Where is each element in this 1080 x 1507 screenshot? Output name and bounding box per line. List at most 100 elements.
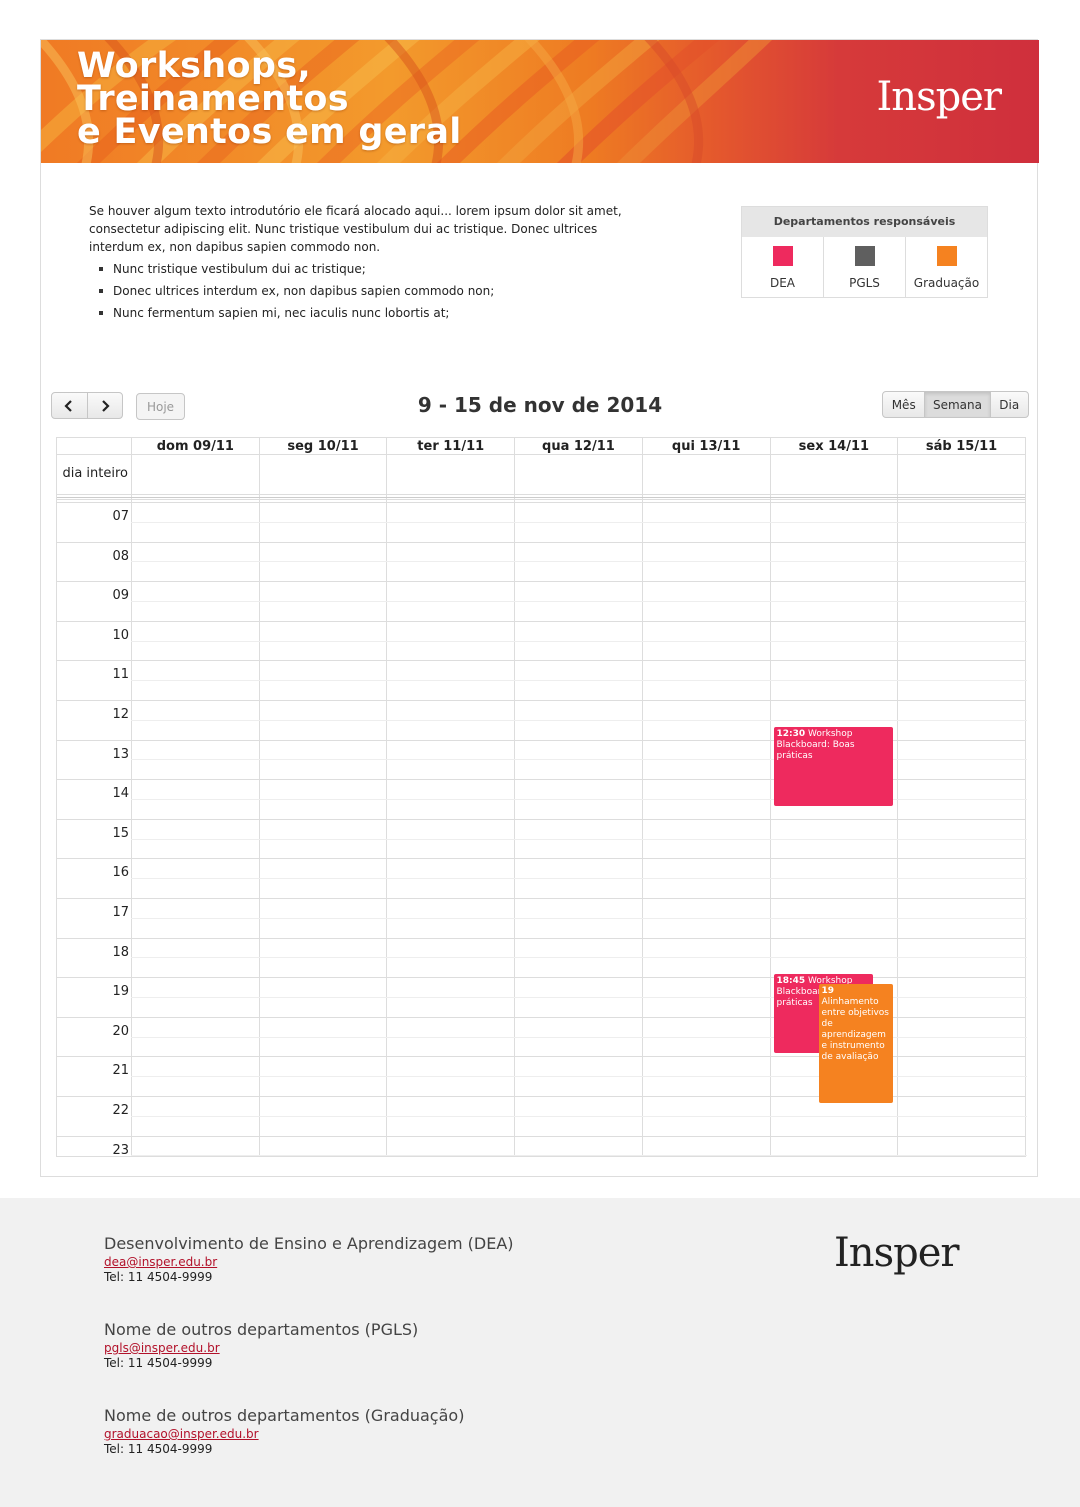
day-column-divider xyxy=(641,438,643,1156)
hour-label: 23 xyxy=(112,1142,129,1158)
hour-line xyxy=(57,977,1025,979)
hour-label: 07 xyxy=(112,509,129,524)
event-title: Alinhamento entre objetivos de aprendiza… xyxy=(821,997,889,1063)
hour-label: 11 xyxy=(112,667,129,683)
calendar-event[interactable]: 19 Alinhamento entre objetivos de aprendi… xyxy=(818,984,894,1103)
day-column-header: sáb 15/11 xyxy=(897,438,1025,454)
hour-line xyxy=(57,660,1025,662)
dept-phone: Tel: 11 4504-9999 xyxy=(104,1270,213,1284)
footer-dept-graduacao: Nome de outros departamentos (Graduação)… xyxy=(104,1406,464,1456)
half-hour-line xyxy=(131,719,1027,721)
day-column-header: dom 09/11 xyxy=(131,438,259,454)
day-column-header: ter 11/11 xyxy=(386,438,514,454)
hour-line xyxy=(57,502,1025,503)
half-hour-line xyxy=(131,601,1027,602)
day-column-divider xyxy=(258,438,260,1156)
half-hour-line xyxy=(131,878,1027,880)
day-column-header: seg 10/11 xyxy=(258,438,387,454)
footer-dept-dea: Desenvolvimento de Ensino e Aprendizagem… xyxy=(104,1234,514,1284)
legend-title: Departamentos responsáveis xyxy=(742,207,987,237)
legend-label: Graduação xyxy=(913,276,980,290)
legend-label: PGLS xyxy=(849,276,880,290)
dept-email-link[interactable]: dea@insper.edu.br xyxy=(104,1255,514,1269)
hour-line xyxy=(57,541,1025,543)
dept-name: Nome de outros departamentos (PGLS) xyxy=(104,1320,419,1339)
hour-line xyxy=(57,858,1025,860)
view-switcher: Mês Semana Dia xyxy=(882,391,1029,418)
view-day-button[interactable]: Dia xyxy=(991,392,1028,417)
hour-label: 21 xyxy=(112,1063,129,1079)
day-column-divider xyxy=(131,438,132,1156)
dea-color-swatch xyxy=(772,246,793,266)
dept-phone: Tel: 11 4504-9999 xyxy=(104,1442,213,1456)
hour-label: 09 xyxy=(112,588,129,604)
day-column-divider xyxy=(897,438,899,1156)
event-time: 19 xyxy=(821,986,835,997)
intro-paragraph: Se houver algum texto introdutório ele f… xyxy=(89,204,622,254)
banner-title: Workshops, Treinamentos e Eventos em ger… xyxy=(77,49,462,152)
dept-name: Nome de outros departamentos (Graduação) xyxy=(104,1406,465,1425)
hour-label: 14 xyxy=(112,786,129,802)
hour-label: 15 xyxy=(112,825,129,841)
half-hour-line xyxy=(131,917,1027,919)
footer: Desenvolvimento de Ensino e Aprendizagem… xyxy=(0,1198,1080,1507)
hour-line xyxy=(57,818,1025,820)
event-time: 18:45 xyxy=(776,976,806,987)
hour-line xyxy=(57,937,1025,939)
hour-label: 17 xyxy=(112,905,129,920)
hour-label: 08 xyxy=(112,548,129,564)
dept-email-link[interactable]: graduacao@insper.edu.br xyxy=(104,1427,464,1441)
intro-bullet: Donec ultrices interdum ex, non dapibus … xyxy=(89,282,629,300)
banner-title-line-3: e Eventos em geral xyxy=(77,112,462,152)
half-hour-line xyxy=(131,680,1027,682)
hour-label: 22 xyxy=(112,1103,129,1118)
intro-bullet: Nunc tristique vestibulum dui ac tristiq… xyxy=(89,260,629,278)
hour-label: 18 xyxy=(112,944,129,960)
dept-email-link[interactable]: pgls@insper.edu.br xyxy=(104,1341,418,1355)
day-column-header: sex 14/11 xyxy=(769,438,898,454)
half-hour-line xyxy=(131,838,1027,840)
allday-divider xyxy=(57,497,1025,498)
page-container: Workshops, Treinamentos e Eventos em ger… xyxy=(40,39,1039,1177)
legend-item-dea: DEA xyxy=(742,237,824,297)
hour-line xyxy=(57,620,1025,622)
day-column-header: qui 13/11 xyxy=(641,438,770,454)
intro-bullet-list: Nunc tristique vestibulum dui ac tristiq… xyxy=(89,260,629,322)
day-column-divider xyxy=(514,438,516,1156)
hour-label: 13 xyxy=(112,746,129,762)
allday-label: dia inteiro xyxy=(62,466,128,481)
hour-line xyxy=(57,1135,1025,1137)
event-time: 12:30 xyxy=(776,728,806,739)
intro-text: Se houver algum texto introdutório ele f… xyxy=(89,202,629,326)
hour-label: 20 xyxy=(112,1023,129,1039)
pgls-color-swatch xyxy=(854,246,875,266)
insper-logo: Insper xyxy=(876,74,1002,120)
hour-label: 10 xyxy=(112,627,129,643)
half-hour-line xyxy=(131,1115,1027,1117)
hour-line xyxy=(57,581,1025,583)
header-divider xyxy=(57,454,1025,455)
dept-phone: Tel: 11 4504-9999 xyxy=(104,1356,213,1370)
calendar-event[interactable]: 12:30 Workshop Blackboard: Boas práticas xyxy=(773,726,894,806)
day-column-divider xyxy=(386,438,388,1156)
half-hour-line xyxy=(131,640,1027,642)
graduacao-color-swatch xyxy=(936,246,957,266)
footer-insper-logo: Insper xyxy=(834,1230,959,1276)
legend-item-graduacao: Graduação xyxy=(906,237,987,297)
hour-line xyxy=(57,898,1025,899)
intro-bullet: Nunc fermentum sapien mi, nec iaculis nu… xyxy=(89,304,629,322)
hour-line xyxy=(57,700,1025,701)
legend-label: DEA xyxy=(769,276,796,290)
half-hour-line xyxy=(131,521,1027,523)
legend-item-pgls: PGLS xyxy=(824,237,906,297)
half-hour-line xyxy=(131,957,1027,959)
hour-label: 12 xyxy=(112,707,129,722)
half-hour-line xyxy=(131,1155,1027,1157)
day-column-divider xyxy=(769,438,771,1156)
view-month-button[interactable]: Mês xyxy=(883,392,926,417)
hour-label: 16 xyxy=(112,865,129,881)
hour-label: 19 xyxy=(112,984,129,1000)
view-week-button[interactable]: Semana xyxy=(925,392,991,417)
half-hour-line xyxy=(131,561,1027,563)
department-legend: Departamentos responsáveis DEA PGLS Grad… xyxy=(741,206,988,298)
